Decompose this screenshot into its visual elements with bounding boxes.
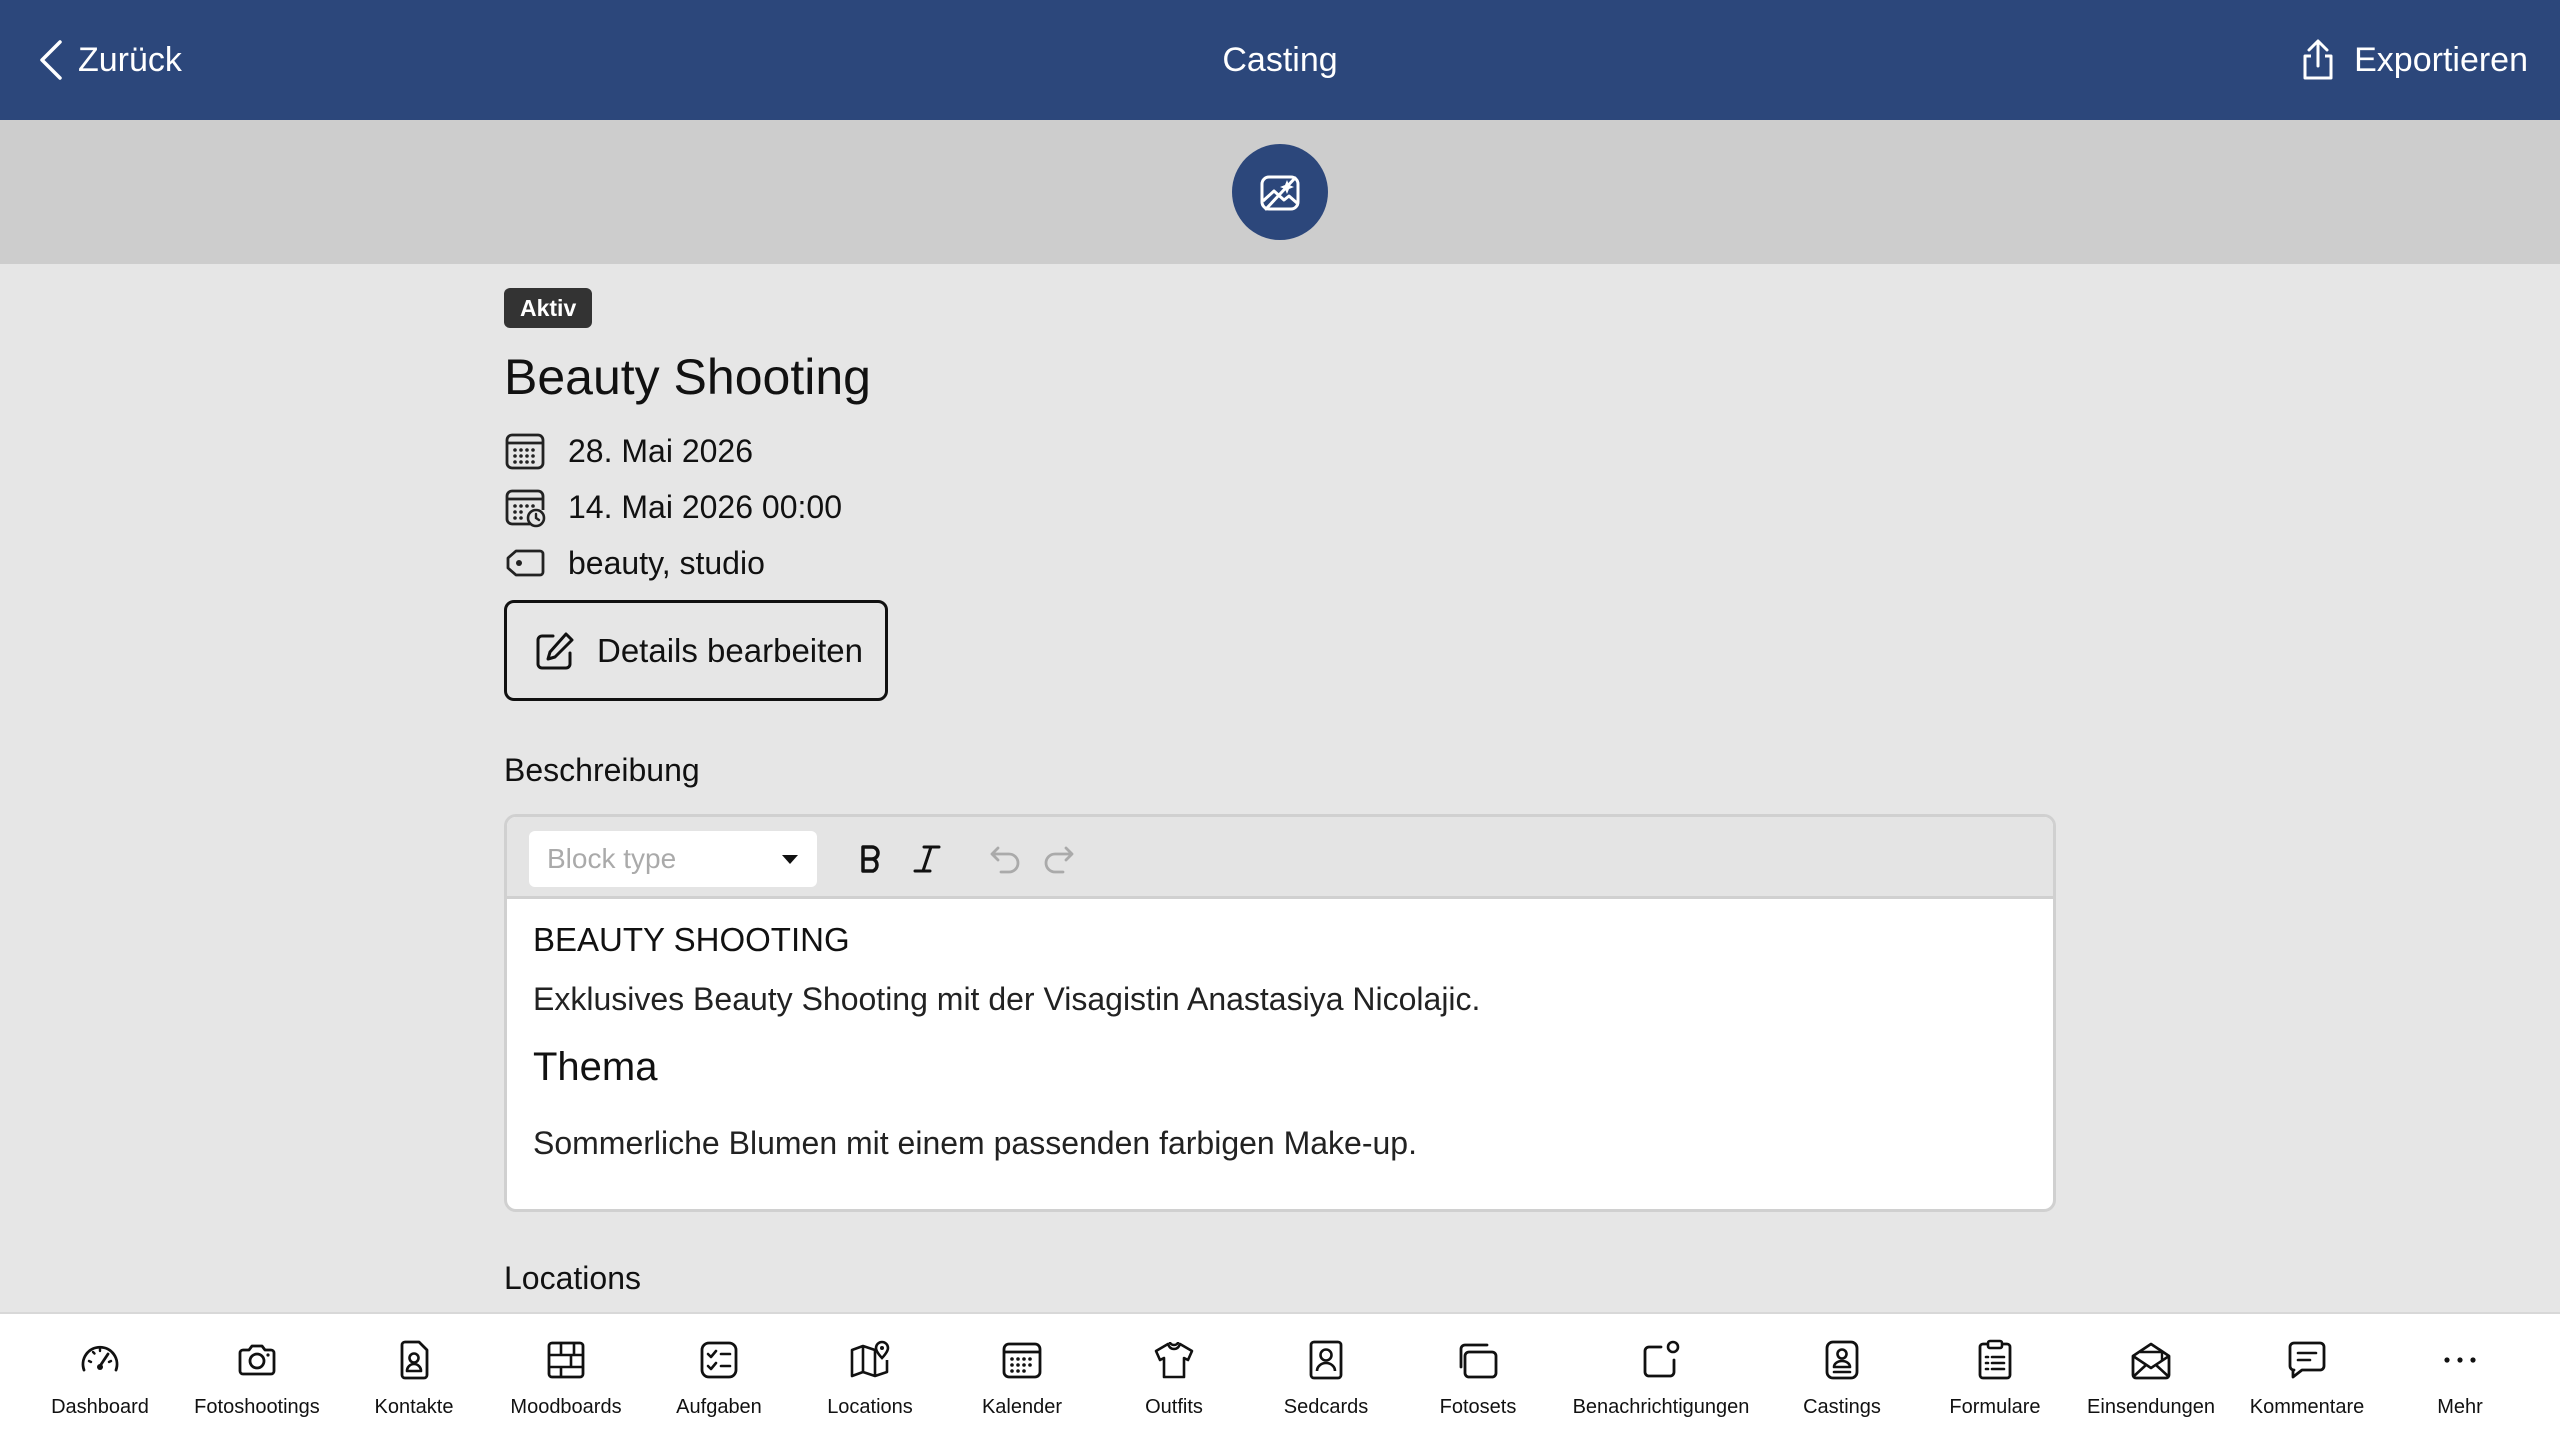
- nav-label: Moodboards: [510, 1396, 622, 1418]
- comment-icon: [2288, 1341, 2326, 1379]
- italic-icon: [913, 845, 941, 873]
- nav-label: Castings: [1803, 1396, 1881, 1418]
- camera-icon: [238, 1344, 276, 1376]
- block-type-select[interactable]: Block type: [529, 831, 817, 887]
- contact-icon: [400, 1340, 429, 1380]
- redo-icon: [1044, 846, 1074, 874]
- calendar-icon: [505, 433, 545, 470]
- cover-image-area: [0, 120, 2560, 264]
- bold-icon: [861, 845, 880, 873]
- share-icon: [2303, 39, 2333, 80]
- bottom-navigation: Dashboard Fotoshootings Kontakte Moodboa…: [0, 1312, 2560, 1440]
- gauge-icon: [81, 1345, 119, 1372]
- block-type-placeholder: Block type: [547, 843, 677, 874]
- nav-item-kommentare[interactable]: Kommentare: [2237, 1314, 2377, 1440]
- calendar-icon: [1002, 1342, 1042, 1379]
- nav-item-castings[interactable]: Castings: [1792, 1314, 1892, 1440]
- casting-date: 28. Mai 2026: [568, 432, 754, 469]
- mail-icon: [2131, 1342, 2171, 1380]
- nav-label: Kontakte: [374, 1396, 454, 1418]
- nav-label: Locations: [827, 1396, 913, 1418]
- casting-deadline: 14. Mai 2026 00:00: [568, 488, 842, 525]
- edit-details-label: Details bearbeiten: [597, 631, 863, 669]
- nav-label: Benachrichtigungen: [1572, 1396, 1750, 1418]
- nav-item-formulare[interactable]: Formulare: [1945, 1314, 2045, 1440]
- moodboard-icon: [547, 1341, 585, 1379]
- nav-label: Outfits: [1145, 1396, 1203, 1418]
- casting-tags-row: beauty, studio: [504, 542, 765, 584]
- content-paragraph: Sommerliche Blumen mit einem passenden f…: [533, 1125, 1417, 1161]
- nav-item-fotoshootings[interactable]: Fotoshootings: [187, 1314, 327, 1440]
- editor-content[interactable]: BEAUTY SHOOTING Exklusives Beauty Shooti…: [507, 899, 2053, 1161]
- nav-item-moodboards[interactable]: Moodboards: [501, 1314, 631, 1440]
- nav-label: Mehr: [2437, 1396, 2483, 1418]
- editor-toolbar: Block type: [507, 817, 2053, 899]
- description-label: Beschreibung: [504, 752, 700, 788]
- nav-item-fotosets[interactable]: Fotosets: [1428, 1314, 1528, 1440]
- nav-item-kontakte[interactable]: Kontakte: [364, 1314, 464, 1440]
- nav-item-dashboard[interactable]: Dashboard: [50, 1314, 150, 1440]
- status-badge: Aktiv: [504, 288, 593, 328]
- image-magic-icon: [1260, 175, 1300, 211]
- calendar-clock-icon: [505, 489, 546, 528]
- tasks-icon: [700, 1341, 738, 1379]
- content-paragraph: Exklusives Beauty Shooting mit der Visag…: [533, 981, 1481, 1017]
- nav-item-sedcards[interactable]: Sedcards: [1276, 1314, 1376, 1440]
- casting-date-row: 28. Mai 2026: [504, 430, 753, 472]
- photosets-icon: [1459, 1343, 1498, 1379]
- undo-icon: [990, 846, 1020, 874]
- nav-item-benachrichtigungen[interactable]: Benachrichtigungen: [1566, 1314, 1756, 1440]
- export-label: Exportieren: [2354, 40, 2528, 79]
- edit-icon: [536, 632, 574, 669]
- caret-down-icon: [782, 855, 798, 864]
- page-title: Casting: [1222, 41, 1338, 79]
- casting-deadline-row: 14. Mai 2026 00:00: [504, 486, 842, 528]
- nav-label: Dashboard: [51, 1396, 149, 1418]
- nav-label: Fotoshootings: [194, 1396, 320, 1418]
- casting-icon: [1825, 1340, 1859, 1380]
- undo-button[interactable]: [983, 837, 1027, 881]
- nav-label: Einsendungen: [2087, 1396, 2215, 1418]
- nav-label: Kalender: [981, 1396, 1063, 1418]
- notification-icon: [1643, 1340, 1680, 1378]
- casting-title: Beauty Shooting: [504, 349, 871, 405]
- change-image-button[interactable]: [1232, 144, 1328, 240]
- content-heading: Thema: [533, 1045, 658, 1089]
- nav-label: Aufgaben: [676, 1396, 762, 1418]
- description-editor[interactable]: Block type BEAUTY SHOOTING Exklusives Be…: [504, 814, 2056, 1212]
- content-heading-upper: BEAUTY SHOOTING: [533, 921, 850, 958]
- redo-button[interactable]: [1037, 837, 1081, 881]
- nav-item-mehr[interactable]: Mehr: [2410, 1314, 2510, 1440]
- top-bar: Zurück Casting Exportieren: [0, 0, 2560, 120]
- edit-details-button[interactable]: Details bearbeiten: [504, 600, 888, 701]
- nav-item-locations[interactable]: Locations: [820, 1314, 920, 1440]
- casting-tags: beauty, studio: [568, 544, 765, 581]
- sedcard-icon: [1309, 1340, 1343, 1380]
- nav-item-aufgaben[interactable]: Aufgaben: [669, 1314, 769, 1440]
- nav-item-outfits[interactable]: Outfits: [1124, 1314, 1224, 1440]
- nav-item-kalender[interactable]: Kalender: [972, 1314, 1072, 1440]
- more-icon: [2444, 1357, 2476, 1363]
- nav-item-einsendungen[interactable]: Einsendungen: [2081, 1314, 2221, 1440]
- map-icon: [850, 1340, 890, 1378]
- form-icon: [1978, 1339, 2012, 1380]
- locations-label: Locations: [504, 1260, 641, 1296]
- nav-label: Formulare: [1949, 1396, 2041, 1418]
- tag-icon: [506, 549, 545, 577]
- nav-label: Sedcards: [1283, 1396, 1369, 1418]
- bold-button[interactable]: [849, 837, 893, 881]
- italic-button[interactable]: [905, 837, 949, 881]
- nav-label: Fotosets: [1439, 1396, 1517, 1418]
- shirt-icon: [1154, 1341, 1194, 1379]
- nav-label: Kommentare: [2249, 1396, 2365, 1418]
- export-button[interactable]: Exportieren: [2300, 30, 2528, 90]
